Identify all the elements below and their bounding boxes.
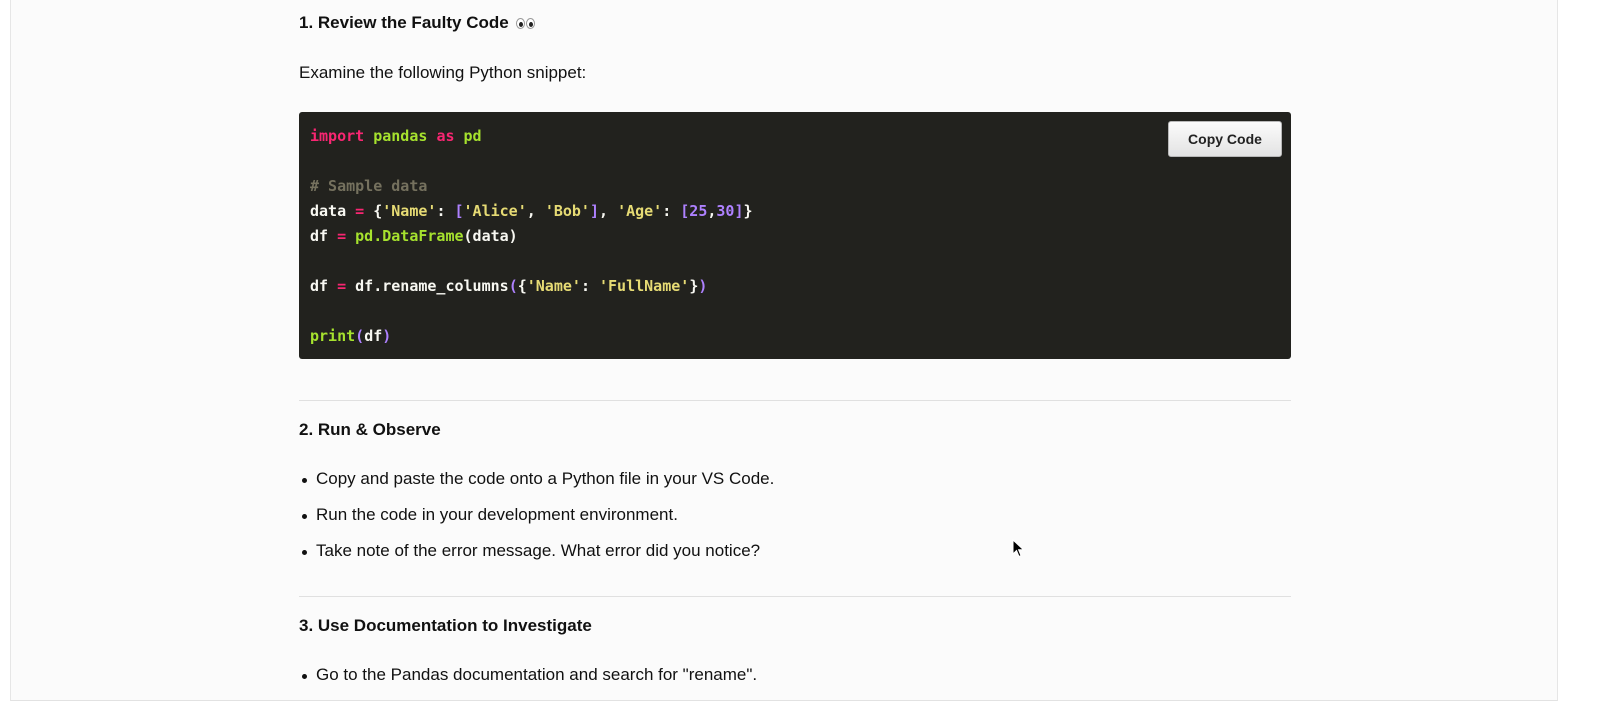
copy-code-button[interactable]: Copy Code (1168, 121, 1282, 157)
list-item: Run the code in your development environ… (299, 505, 774, 541)
code-line-3: # Sample data (310, 177, 428, 195)
section-3-list: Go to the Pandas documentation and searc… (299, 665, 757, 701)
code-line-1: import pandas as pd (310, 127, 482, 145)
list-item: Take note of the error message. What err… (299, 541, 774, 577)
list-item: Copy and paste the code onto a Python fi… (299, 469, 774, 505)
divider (299, 400, 1291, 401)
eyes-icon (516, 14, 536, 34)
section-1-intro: Examine the following Python snippet: (299, 63, 587, 82)
section-2-heading: 2. Run & Observe (299, 420, 441, 439)
section-3-heading: 3. Use Documentation to Investigate (299, 616, 592, 635)
code-listing: import pandas as pd # Sample data data =… (310, 124, 753, 349)
code-line-7: df = df.rename_columns({'Name': 'FullNam… (310, 277, 708, 295)
section-2-list: Copy and paste the code onto a Python fi… (299, 469, 774, 577)
page-frame: 1. Review the Faulty Code Examine the fo… (10, 0, 1558, 701)
code-line-5: df = pd.DataFrame(data) (310, 227, 518, 245)
code-line-4: data = {'Name': ['Alice', 'Bob'], 'Age':… (310, 202, 753, 220)
divider (299, 596, 1291, 597)
list-item: Go to the Pandas documentation and searc… (299, 665, 757, 701)
code-block: import pandas as pd # Sample data data =… (299, 112, 1291, 359)
section-1-heading: 1. Review the Faulty Code (299, 13, 536, 34)
section-1-title: 1. Review the Faulty Code (299, 13, 509, 32)
code-line-9: print(df) (310, 327, 392, 345)
mouse-cursor-icon (1012, 539, 1025, 558)
